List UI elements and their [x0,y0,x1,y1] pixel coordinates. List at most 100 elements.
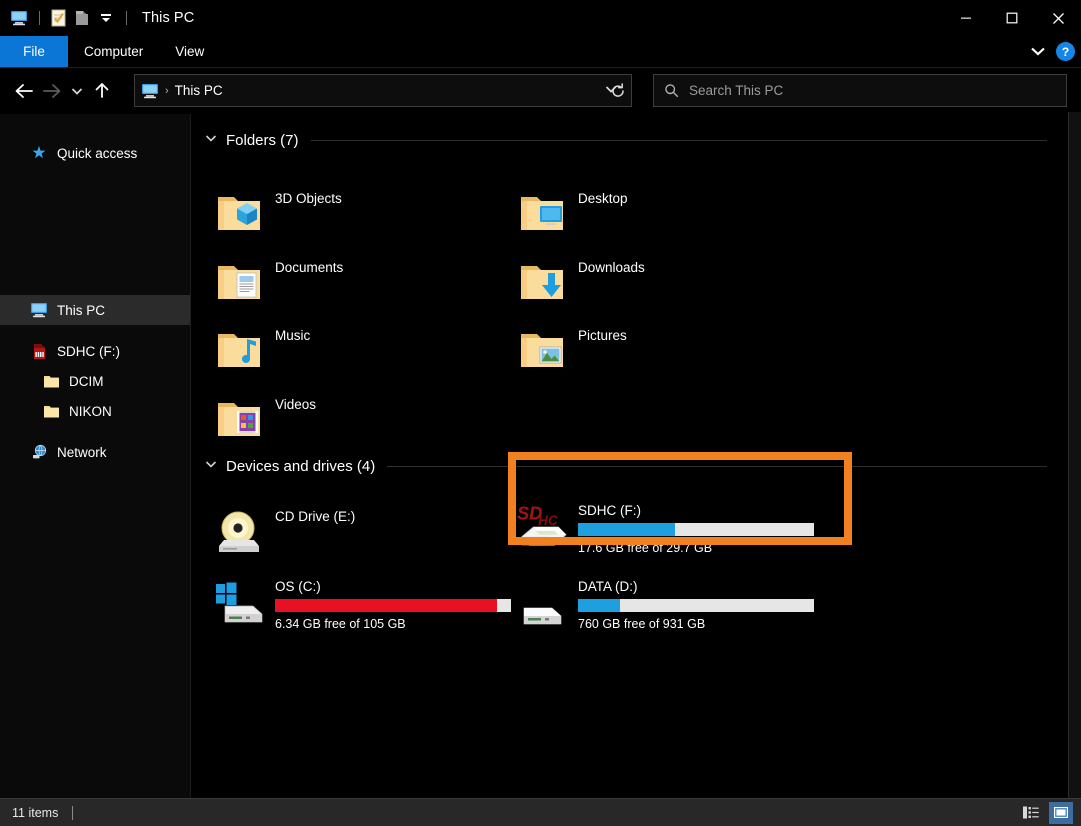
sidebar-item-network[interactable]: Network [0,437,190,467]
up-button[interactable] [88,76,116,106]
star-icon [30,144,48,162]
folders-tiles: 3D Objects Desktop Documents Downloads M… [191,153,1067,453]
status-bar: 11 items [0,798,1081,826]
group-header-folders[interactable]: Folders (7) [205,127,1067,153]
item-count: 11 items [12,805,59,820]
qat-divider [39,11,40,25]
address-bar[interactable]: › This PC [134,74,632,107]
drive-info: DATA (D:) 760 GB free of 931 GB [578,577,814,631]
ribbon-right-controls: ? [1030,36,1075,67]
hard-drive-icon [516,577,568,629]
chevron-down-icon[interactable] [205,134,217,146]
recent-locations-button[interactable] [66,76,88,106]
item-music[interactable]: Music [213,324,310,376]
folder-3d-objects-icon [213,187,265,239]
sidebar-item-label: Network [57,444,107,460]
sidebar-item-label: DCIM [69,373,104,389]
this-pc-icon [30,301,48,319]
this-pc-icon[interactable] [8,7,30,29]
sidebar-item-label: This PC [57,302,106,318]
sd-card-icon [30,342,48,360]
minimize-button[interactable] [943,0,989,36]
large-icons-view-icon[interactable] [1049,801,1073,824]
drives-tiles: CD Drive (E:) SD HC SDHC (F:) 17.6 GB fr… [191,479,1067,659]
details-view-icon[interactable] [1019,802,1043,824]
capacity-bar-fill [578,599,621,612]
drive-name: DATA (D:) [578,579,638,594]
item-downloads[interactable]: Downloads [516,256,645,308]
search-input[interactable]: Search This PC [689,83,783,98]
item-videos[interactable]: Videos [213,393,316,445]
item-3d-objects[interactable]: 3D Objects [213,187,342,239]
capacity-bar-fill [275,599,497,612]
chevron-down-icon[interactable] [1030,43,1046,61]
properties-icon[interactable] [47,7,69,29]
chevron-down-icon[interactable] [205,460,217,472]
capacity-bar-fill [578,523,675,536]
tab-view[interactable]: View [159,36,220,67]
drive-free-space: 17.6 GB free of 29.7 GB [578,541,713,555]
drive-os-c[interactable]: OS (C:) 6.34 GB free of 105 GB [213,577,511,631]
sidebar-item-sdhc[interactable]: SDHC (F:) [0,336,190,366]
window-controls [943,0,1081,36]
sidebar-item-quick-access[interactable]: Quick access [0,138,190,168]
group-rule [387,465,1047,467]
drive-info: CD Drive (E:) [275,507,355,524]
navigation-pane: Quick access This PC SDHC (F:) DCIM NIKO… [0,114,190,798]
drive-name: CD Drive (E:) [275,509,356,524]
capacity-bar [578,523,814,536]
folder-pictures-icon [516,324,568,376]
sidebar-item-nikon[interactable]: NIKON [0,396,190,426]
maximize-button[interactable] [989,0,1035,36]
sidebar-item-this-pc[interactable]: This PC [0,295,190,325]
refresh-button[interactable] [604,78,632,104]
ribbon-tab-bar: File Computer View [0,36,1081,67]
help-button[interactable]: ? [1056,42,1075,61]
new-folder-icon[interactable] [71,7,93,29]
breadcrumb-path[interactable]: This PC [175,83,597,98]
drive-info: OS (C:) 6.34 GB free of 105 GB [275,577,511,631]
quick-access-toolbar: This PC [0,7,194,29]
tab-file[interactable]: File [0,36,68,67]
drive-data-d[interactable]: DATA (D:) 760 GB free of 931 GB [516,577,814,631]
group-title: Devices and drives (4) [226,457,376,475]
folder-desktop-icon [516,187,568,239]
item-label: Desktop [578,191,628,206]
back-button[interactable] [10,76,38,106]
file-explorer-window: This PC File Computer View ? › This PC S… [0,0,1081,826]
svg-text:HC: HC [538,513,558,528]
item-label: Downloads [578,260,645,275]
sidebar-item-label: SDHC (F:) [57,343,120,359]
title-bar: This PC [0,0,1081,36]
group-header-drives[interactable]: Devices and drives (4) [205,453,1067,479]
background-window-edge [1068,112,1081,798]
sidebar-gap-2 [0,426,190,437]
drive-cd-drive-e[interactable]: CD Drive (E:) [213,507,355,559]
sidebar-item-label: NIKON [69,403,112,419]
customize-chevron-icon[interactable] [95,7,117,29]
view-buttons [1019,801,1073,824]
item-desktop[interactable]: Desktop [516,187,628,239]
drive-info: SDHC (F:) 17.6 GB free of 29.7 GB [578,501,814,555]
tab-computer[interactable]: Computer [68,36,159,67]
sidebar-item-dcim[interactable]: DCIM [0,366,190,396]
window-title: This PC [142,10,195,26]
qat-divider-2 [126,11,127,25]
close-button[interactable] [1035,0,1081,36]
item-pictures[interactable]: Pictures [516,324,627,376]
item-label: Pictures [578,328,627,343]
capacity-bar [275,599,511,612]
search-box[interactable]: Search This PC [653,74,1067,107]
windows-drive-icon [213,577,265,629]
drive-sdhc-f[interactable]: SD HC SDHC (F:) 17.6 GB free of 29.7 GB [516,501,814,555]
folder-downloads-icon [516,256,568,308]
item-label: 3D Objects [275,191,342,206]
sd-card-drive-icon: SD HC [516,501,568,553]
forward-button[interactable] [38,76,66,106]
drive-free-space: 760 GB free of 931 GB [578,617,706,631]
items-view: Folders (7) 3D Objects Desktop Documents… [190,114,1067,798]
item-documents[interactable]: Documents [213,256,343,308]
sidebar-item-label: Quick access [57,145,138,161]
